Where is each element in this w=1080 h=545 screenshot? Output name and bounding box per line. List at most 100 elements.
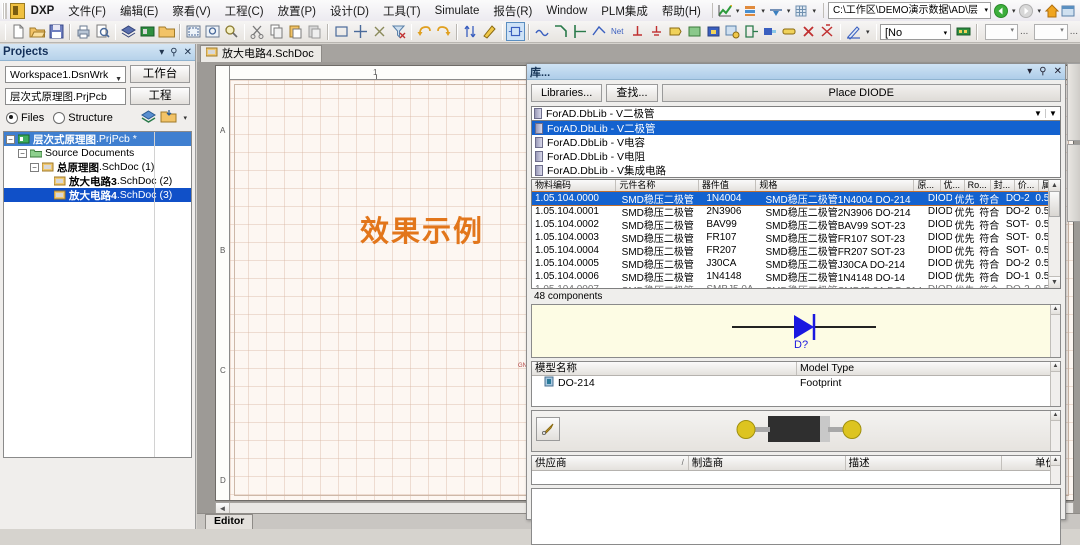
menu-item-file[interactable]: 文件(F)	[61, 1, 113, 21]
menu-grip[interactable]	[2, 2, 8, 19]
project-button[interactable]: 工程	[130, 87, 190, 105]
library-dropdown-item[interactable]: ForAD.DbLib - V电容	[532, 135, 1060, 149]
clear-filter-icon[interactable]	[389, 22, 408, 41]
project-tree[interactable]: − 层次式原理图 .PrjPcb * − Source Documents − …	[3, 131, 192, 458]
close-icon[interactable]: ✕	[1054, 66, 1062, 77]
supplier-grid[interactable]: 供应商 / 制造商 描述 单价 ▲	[531, 455, 1061, 485]
scroll-up-arrow-icon[interactable]: ▲	[1051, 456, 1060, 466]
col-header-spec[interactable]: 规格	[756, 180, 915, 191]
right-tab-1[interactable]	[1067, 63, 1080, 141]
col-header-rohs[interactable]: Ro...	[965, 180, 991, 191]
place-sheet-entry-icon[interactable]	[704, 22, 723, 41]
col-header-model-name[interactable]: 模型名称	[532, 362, 797, 375]
menu-item-window[interactable]: Window	[539, 3, 594, 19]
place-wire-icon[interactable]	[533, 22, 552, 41]
paste-icon[interactable]	[286, 22, 305, 41]
chevron-down-icon[interactable]: ▼	[1031, 109, 1045, 118]
footprint-tools-button[interactable]	[536, 417, 560, 441]
down-arrow-blue-icon[interactable]	[768, 3, 784, 19]
chevron-down-icon[interactable]: ▾	[761, 7, 765, 15]
tree-item-project[interactable]: − 层次式原理图 .PrjPcb *	[4, 132, 191, 146]
tree-item-amp4[interactable]: 放大电路4 .SchDoc (3)	[4, 188, 191, 202]
no-erc-icon[interactable]	[799, 22, 818, 41]
copy-icon[interactable]	[267, 22, 286, 41]
grid-table-icon[interactable]	[793, 3, 809, 19]
toolbar-combo-2[interactable]	[1034, 23, 1068, 40]
paste-special-icon[interactable]	[305, 22, 324, 41]
place-signal-harness-icon[interactable]	[761, 22, 780, 41]
library-select[interactable]: ForAD.DbLib - V二极管 ▼ ▼	[531, 106, 1061, 121]
place-sheet-symbol-icon[interactable]	[685, 22, 704, 41]
library-dropdown-item[interactable]: ForAD.DbLib - V电阻	[532, 149, 1060, 163]
col-header-name[interactable]: 元件名称	[616, 180, 699, 191]
place-bus-entry-icon[interactable]	[571, 22, 590, 41]
table-row[interactable]: DO-214 Footprint	[532, 376, 1060, 389]
place-device-sheet-icon[interactable]	[723, 22, 742, 41]
libraries-button[interactable]: Libraries...	[531, 84, 603, 102]
right-tab-2[interactable]	[1067, 144, 1080, 222]
tree-item-source-documents[interactable]: − Source Documents	[4, 146, 191, 160]
deselect-icon[interactable]	[370, 22, 389, 41]
layers-panel-icon[interactable]	[140, 109, 157, 127]
expander-icon[interactable]: −	[18, 148, 27, 158]
col-header-code[interactable]: 物料编码	[532, 180, 617, 191]
scroll-up-arrow-icon[interactable]: ▲	[1051, 362, 1060, 372]
layers-icon[interactable]	[119, 22, 138, 41]
chevron-down-icon[interactable]: ▾	[1027, 66, 1032, 77]
close-icon[interactable]: ✕	[184, 47, 192, 58]
col-header-origin[interactable]: 原...	[914, 180, 941, 191]
supplier-grid-scrollbar[interactable]: ▲	[1050, 456, 1060, 484]
library-dropdown-item[interactable]: ForAD.DbLib - V集成电路	[532, 163, 1060, 177]
chevron-down-icon[interactable]: ▾	[1012, 7, 1016, 15]
menu-item-plm[interactable]: PLM集成	[594, 1, 655, 21]
scroll-down-arrow-icon[interactable]: ▼	[1049, 276, 1060, 288]
menu-item-project[interactable]: 工程(C)	[218, 1, 271, 21]
move-icon[interactable]	[351, 22, 370, 41]
symbol-preview-scrollbar[interactable]: ▲	[1050, 305, 1060, 357]
chart-green-icon[interactable]	[717, 3, 733, 19]
annotate-pencil-icon[interactable]	[844, 22, 863, 41]
ellipsis-icon[interactable]: ...	[1020, 26, 1028, 37]
workspace-button[interactable]: 工作台	[130, 65, 190, 83]
col-header-priority[interactable]: 优...	[941, 180, 965, 191]
pin-icon[interactable]: ⚲	[1039, 66, 1046, 77]
structure-radio[interactable]	[53, 112, 66, 124]
layers-stack-icon[interactable]	[742, 3, 758, 19]
menu-item-help[interactable]: 帮助(H)	[655, 1, 708, 21]
path-field[interactable]: C:\工作区\DEMO演示数据\AD\层	[827, 2, 991, 19]
expander-icon[interactable]: −	[30, 162, 39, 172]
place-harness-icon[interactable]	[742, 22, 761, 41]
workspace-select[interactable]: Workspace1.DsnWrk ▼	[5, 65, 126, 83]
cross-probe-icon[interactable]	[480, 22, 499, 41]
col-header-model-type[interactable]: Model Type	[797, 362, 1052, 375]
select-rect-icon[interactable]	[332, 22, 351, 41]
menu-item-tools[interactable]: 工具(T)	[376, 1, 428, 21]
component-grid-scrollbar[interactable]: ▲ ▼	[1048, 180, 1060, 288]
clear-erc-icon[interactable]	[818, 22, 837, 41]
project-select[interactable]: 层次式原理图.PrjPcb	[5, 87, 126, 105]
footprint-preview-scrollbar[interactable]: ▲	[1050, 411, 1060, 451]
open-project-icon[interactable]	[157, 22, 176, 41]
toolbar-combo-1[interactable]	[984, 23, 1018, 40]
home-icon[interactable]	[1044, 3, 1060, 19]
place-part-icon[interactable]	[506, 22, 526, 41]
scroll-up-arrow-icon[interactable]: ▲	[1051, 411, 1060, 421]
dropdown-toggle-icon[interactable]: ▼	[1045, 109, 1060, 118]
menu-item-simulate[interactable]: Simulate	[428, 3, 487, 19]
col-header-package[interactable]: 封...	[991, 180, 1015, 191]
print-icon[interactable]	[74, 22, 93, 41]
variations-select[interactable]: [No Variations]	[879, 23, 952, 55]
save-icon[interactable]	[47, 22, 66, 41]
new-document-icon[interactable]	[9, 22, 28, 41]
place-component-button[interactable]: Place DIODE	[661, 84, 1061, 102]
print-preview-icon[interactable]	[93, 22, 112, 41]
undo-icon[interactable]	[415, 22, 434, 41]
place-gnd-icon[interactable]	[647, 22, 666, 41]
menu-item-view[interactable]: 察看(V)	[165, 1, 217, 21]
document-tab[interactable]: 放大电路4.SchDoc	[200, 45, 322, 62]
cut-icon[interactable]	[248, 22, 267, 41]
menu-item-edit[interactable]: 编辑(E)	[113, 1, 165, 21]
zoom-fit-icon[interactable]	[184, 22, 203, 41]
menu-item-dxp[interactable]: DXP	[29, 3, 62, 19]
place-netlabel-icon[interactable]: Net	[609, 22, 628, 41]
